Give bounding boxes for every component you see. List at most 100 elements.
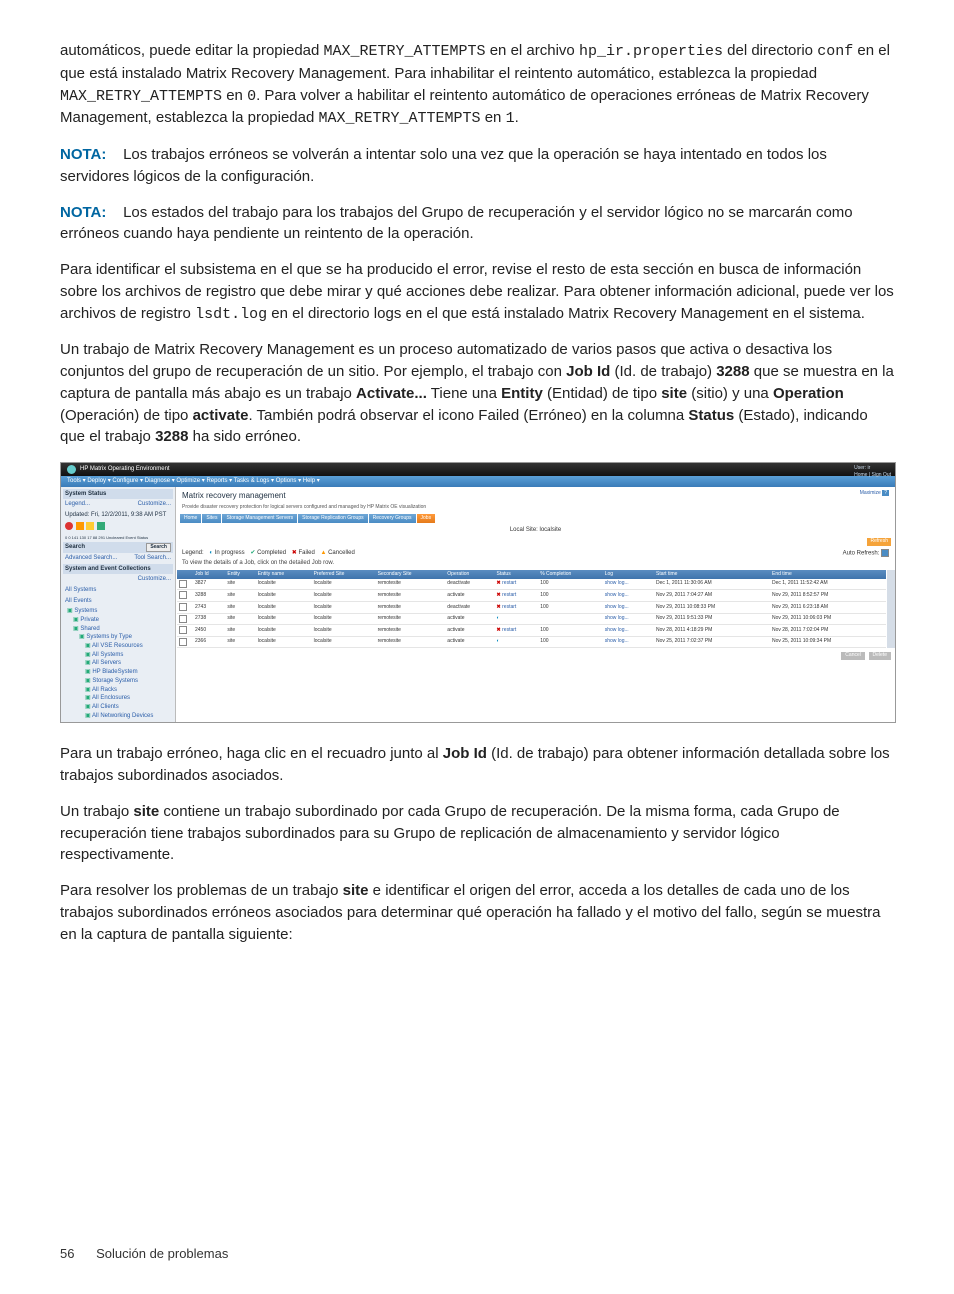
scrollbar[interactable] bbox=[887, 570, 895, 649]
tree-storage[interactable]: Storage Systems bbox=[92, 678, 138, 684]
table-row[interactable]: 2366sitelocalsitelocalsiteremotesiteacti… bbox=[177, 636, 886, 648]
col-end[interactable]: End time bbox=[770, 570, 886, 579]
show-log-link[interactable]: show log... bbox=[605, 592, 629, 598]
sidebar-status-icons bbox=[63, 521, 173, 535]
tree-by-type[interactable]: Systems by Type bbox=[86, 634, 132, 640]
tab-sites[interactable]: Sites bbox=[202, 514, 221, 523]
show-log-link[interactable]: show log... bbox=[605, 604, 629, 610]
in-progress-icon: ◐ bbox=[209, 550, 213, 556]
show-log-link[interactable]: show log... bbox=[605, 580, 629, 586]
failed-icon: ✖ bbox=[497, 592, 501, 598]
table-row[interactable]: 3288sitelocalsitelocalsiteremotesiteacti… bbox=[177, 590, 886, 602]
restart-link[interactable]: restart bbox=[502, 627, 516, 633]
col-pref-site[interactable]: Preferred Site bbox=[312, 570, 376, 579]
sidebar: System Status Legend... Customize... Upd… bbox=[61, 487, 176, 723]
failed-icon: ✖ bbox=[292, 550, 297, 556]
sidebar-customize-link[interactable]: Customize... bbox=[138, 500, 171, 509]
sidebar-tree: ▣ Systems ▣ Private ▣ Shared ▣ Systems b… bbox=[63, 606, 173, 720]
note-label: NOTA: bbox=[60, 204, 106, 221]
hp-logo-icon bbox=[67, 465, 76, 474]
table-row[interactable]: 2450sitelocalsitelocalsiteremotesiteacti… bbox=[177, 625, 886, 637]
table-row[interactable]: 3827sitelocalsitelocalsiteremotesitedeac… bbox=[177, 579, 886, 590]
col-entity[interactable]: Entity bbox=[225, 570, 255, 579]
refresh-button[interactable]: Refresh bbox=[867, 538, 891, 545]
menubar[interactable]: Tools ▾ Deploy ▾ Configure ▾ Diagnose ▾ … bbox=[61, 476, 895, 487]
folder-icon: ▣ bbox=[85, 713, 91, 719]
major-icon bbox=[76, 522, 84, 530]
tree-clients[interactable]: All Clients bbox=[92, 704, 119, 710]
col-completion[interactable]: % Completion bbox=[538, 570, 603, 579]
search-button[interactable]: Search bbox=[146, 543, 171, 552]
folder-icon: ▣ bbox=[85, 652, 91, 658]
tree-racks[interactable]: All Racks bbox=[92, 687, 117, 693]
tool-search-link[interactable]: Tool Search... bbox=[134, 554, 171, 563]
tab-home[interactable]: Home bbox=[180, 514, 201, 523]
col-sec-site[interactable]: Secondary Site bbox=[376, 570, 446, 579]
adv-search-link[interactable]: Advanced Search... bbox=[65, 555, 117, 561]
auto-refresh-checkbox[interactable] bbox=[881, 549, 889, 557]
paragraph: Para un trabajo erróneo, haga clic en el… bbox=[60, 743, 894, 787]
col-operation[interactable]: Operation bbox=[445, 570, 494, 579]
critical-icon bbox=[65, 522, 73, 530]
sidebar-search-header: Search Search bbox=[63, 542, 173, 553]
tree-servers[interactable]: All Servers bbox=[92, 660, 121, 666]
tab-recovery-groups[interactable]: Recovery Groups bbox=[369, 514, 416, 523]
completed-icon: ✔ bbox=[250, 550, 255, 556]
maximize-link[interactable]: Maximize bbox=[860, 490, 881, 496]
row-checkbox[interactable] bbox=[179, 580, 187, 588]
help-icon[interactable]: ? bbox=[882, 490, 889, 496]
tab-jobs[interactable]: Jobs bbox=[417, 514, 436, 523]
col-log[interactable]: Log bbox=[603, 570, 654, 579]
sidebar-updated: Updated: Fri, 12/2/2011, 9:38 AM PST bbox=[63, 510, 173, 521]
tree-private[interactable]: Private bbox=[80, 617, 99, 623]
table-row[interactable]: 2743sitelocalsitelocalsiteremotesitedeac… bbox=[177, 601, 886, 613]
tree-shared[interactable]: Shared bbox=[80, 626, 99, 632]
sidebar-all-systems[interactable]: All Systems bbox=[63, 585, 173, 596]
jobs-table: Job Id Entity Entity name Preferred Site… bbox=[177, 570, 886, 649]
show-log-link[interactable]: show log... bbox=[605, 627, 629, 633]
tree-netdev[interactable]: All Networking Devices bbox=[92, 713, 153, 719]
folder-icon: ▣ bbox=[73, 617, 79, 623]
tree-vse[interactable]: All VSE Resources bbox=[92, 643, 143, 649]
cancelled-icon: ▲ bbox=[320, 550, 326, 556]
col-start[interactable]: Start time bbox=[654, 570, 770, 579]
folder-icon: ▣ bbox=[85, 704, 91, 710]
sidebar-customize2[interactable]: Customize... bbox=[138, 576, 171, 582]
col-entity-name[interactable]: Entity name bbox=[256, 570, 312, 579]
show-log-link[interactable]: show log... bbox=[605, 638, 629, 644]
note-2: NOTA: Los estados del trabajo para los t… bbox=[60, 202, 894, 246]
col-jobid[interactable]: Job Id bbox=[193, 570, 225, 579]
sidebar-all-events[interactable]: All Events bbox=[63, 596, 173, 607]
tree-blades[interactable]: HP BladeSystem bbox=[92, 669, 137, 675]
minor-icon bbox=[86, 522, 94, 530]
sidebar-legend-link[interactable]: Legend... bbox=[65, 501, 90, 507]
tree-enclosures[interactable]: All Enclosures bbox=[92, 695, 130, 701]
folder-icon: ▣ bbox=[67, 608, 73, 614]
tab-storage-repl[interactable]: Storage Replication Groups bbox=[298, 514, 367, 523]
sidebar-collections-header: System and Event Collections bbox=[63, 564, 173, 575]
normal-icon bbox=[97, 522, 105, 530]
restart-link[interactable]: restart bbox=[502, 604, 516, 610]
delete-button[interactable]: Delete bbox=[869, 652, 891, 659]
app-title: HP Matrix Operating Environment bbox=[80, 465, 170, 474]
row-checkbox[interactable] bbox=[179, 638, 187, 646]
paragraph: Un trabajo site contiene un trabajo subo… bbox=[60, 801, 894, 866]
show-log-link[interactable]: show log... bbox=[605, 615, 629, 621]
row-checkbox[interactable] bbox=[179, 603, 187, 611]
row-checkbox[interactable] bbox=[179, 591, 187, 599]
restart-link[interactable]: restart bbox=[502, 580, 516, 586]
page-number: 56 bbox=[60, 1245, 74, 1264]
failed-icon: ✖ bbox=[497, 604, 501, 610]
tab-storage-mgmt[interactable]: Storage Management Servers bbox=[222, 514, 297, 523]
col-status[interactable]: Status bbox=[495, 570, 539, 579]
cancel-button[interactable]: Cancel bbox=[841, 652, 865, 659]
user-links[interactable]: Home | Sign Out bbox=[854, 472, 891, 479]
folder-icon: ▣ bbox=[85, 687, 91, 693]
row-checkbox[interactable] bbox=[179, 626, 187, 634]
tree-all-systems[interactable]: All Systems bbox=[92, 652, 123, 658]
tree-systems[interactable]: Systems bbox=[74, 608, 97, 614]
restart-link[interactable]: restart bbox=[502, 592, 516, 598]
main-panel: Matrix recovery management Maximize ? Pr… bbox=[176, 487, 895, 723]
table-row[interactable]: 2738sitelocalsitelocalsiteremotesiteacti… bbox=[177, 613, 886, 625]
row-checkbox[interactable] bbox=[179, 615, 187, 623]
